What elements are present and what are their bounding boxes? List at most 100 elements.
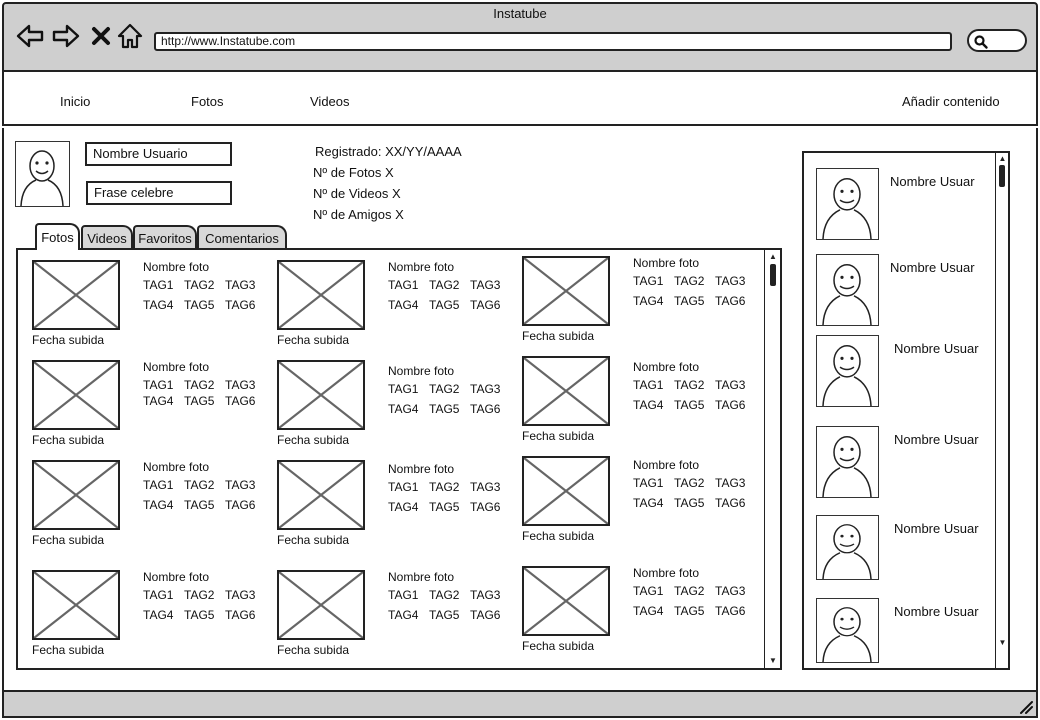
forward-button[interactable]	[51, 22, 81, 50]
photo-tag[interactable]: TAG1	[143, 588, 173, 602]
photo-tag[interactable]: TAG1	[388, 382, 418, 396]
photo-tag[interactable]: TAG5	[674, 294, 704, 308]
add-content-link[interactable]: Añadir contenido	[902, 94, 1000, 109]
photo-tag[interactable]: TAG6	[225, 298, 255, 312]
photo-tag[interactable]: TAG4	[143, 394, 173, 408]
photo-tag[interactable]: TAG2	[674, 584, 704, 598]
friend-avatar[interactable]	[816, 335, 879, 407]
photo-tag[interactable]: TAG6	[470, 298, 500, 312]
search-field[interactable]	[967, 29, 1027, 52]
photo-tag[interactable]: TAG4	[633, 604, 663, 618]
photo-tag[interactable]: TAG1	[633, 476, 663, 490]
photo-card[interactable]: Fecha subida Nombre foto TAG1 TAG2 TAG3 TAG4 T…	[277, 570, 517, 662]
photo-tag[interactable]: TAG3	[470, 382, 500, 396]
photo-tag[interactable]: TAG2	[674, 476, 704, 490]
photo-card[interactable]: Fecha subida Nombre foto TAG1 TAG2 TAG3 TAG4 T…	[277, 260, 517, 352]
scroll-up-arrow[interactable]: ▲	[767, 252, 779, 262]
photo-card[interactable]: Fecha subida Nombre foto TAG1 TAG2 TAG3 TAG4 T…	[277, 460, 517, 552]
nav-link-inicio[interactable]: Inicio	[60, 94, 90, 109]
photo-tag[interactable]: TAG6	[470, 402, 500, 416]
photo-tag[interactable]: TAG6	[715, 604, 745, 618]
photo-card[interactable]: Fecha subida Nombre foto TAG1 TAG2 TAG3 TAG4 T…	[522, 566, 762, 662]
photo-tag[interactable]: TAG3	[715, 584, 745, 598]
photo-thumbnail[interactable]	[32, 460, 120, 530]
photo-tag[interactable]: TAG3	[225, 378, 255, 392]
photo-thumbnail[interactable]	[32, 360, 120, 430]
friend-avatar[interactable]	[816, 598, 879, 663]
photo-tag[interactable]: TAG3	[470, 588, 500, 602]
friend-avatar[interactable]	[816, 168, 879, 240]
photo-tag[interactable]: TAG5	[429, 298, 459, 312]
friend-name[interactable]: Nombre Usuar	[894, 341, 979, 356]
photo-tag[interactable]: TAG1	[633, 378, 663, 392]
photo-thumbnail[interactable]	[522, 456, 610, 526]
photo-thumbnail[interactable]	[277, 360, 365, 430]
friends-scroll-down-arrow[interactable]: ▼	[997, 638, 1008, 648]
tab-videos[interactable]: Videos	[81, 225, 133, 249]
scroll-down-arrow[interactable]: ▼	[767, 656, 779, 666]
photo-tag[interactable]: TAG2	[184, 278, 214, 292]
friend-avatar[interactable]	[816, 254, 879, 326]
photo-tag[interactable]: TAG1	[388, 588, 418, 602]
photo-tag[interactable]: TAG6	[715, 496, 745, 510]
photo-tag[interactable]: TAG2	[184, 478, 214, 492]
friend-name[interactable]: Nombre Usuar	[890, 174, 975, 189]
friends-scroll-up-arrow[interactable]: ▲	[997, 154, 1008, 164]
photo-tag[interactable]: TAG4	[388, 608, 418, 622]
scroll-thumb[interactable]	[770, 264, 776, 286]
photo-tag[interactable]: TAG2	[429, 382, 459, 396]
photo-tag[interactable]: TAG6	[225, 608, 255, 622]
photo-tag[interactable]: TAG3	[715, 274, 745, 288]
photo-card[interactable]: Fecha subida Nombre foto TAG1 TAG2 TAG3 TAG4 T…	[522, 256, 762, 352]
photo-tag[interactable]: TAG5	[674, 496, 704, 510]
photo-tag[interactable]: TAG3	[225, 478, 255, 492]
home-button[interactable]	[115, 22, 145, 50]
photo-tag[interactable]: TAG2	[184, 378, 214, 392]
photo-thumbnail[interactable]	[277, 260, 365, 330]
friend-name[interactable]: Nombre Usuar	[894, 604, 979, 619]
photo-tag[interactable]: TAG6	[470, 500, 500, 514]
photo-tag[interactable]: TAG6	[715, 294, 745, 308]
back-button[interactable]	[15, 22, 45, 50]
photo-card[interactable]: Fecha subida Nombre foto TAG1 TAG2 TAG3 TAG4 T…	[32, 460, 272, 552]
photo-thumbnail[interactable]	[522, 256, 610, 326]
photo-tag[interactable]: TAG3	[715, 476, 745, 490]
photo-thumbnail[interactable]	[522, 356, 610, 426]
photo-tag[interactable]: TAG6	[470, 608, 500, 622]
photo-tag[interactable]: TAG5	[429, 500, 459, 514]
photo-tag[interactable]: TAG5	[429, 608, 459, 622]
photo-tag[interactable]: TAG5	[184, 608, 214, 622]
photo-card[interactable]: Fecha subida Nombre foto TAG1 TAG2 TAG3 TAG4 T…	[277, 360, 517, 452]
photo-thumbnail[interactable]	[277, 570, 365, 640]
photo-tag[interactable]: TAG4	[633, 398, 663, 412]
photo-card[interactable]: Fecha subida Nombre foto TAG1 TAG2 TAG3 TAG4 T…	[522, 356, 762, 452]
photo-tag[interactable]: TAG4	[633, 496, 663, 510]
friends-scroll-thumb[interactable]	[999, 165, 1005, 187]
photo-tag[interactable]: TAG5	[184, 298, 214, 312]
photo-tag[interactable]: TAG5	[429, 402, 459, 416]
photo-tag[interactable]: TAG1	[143, 478, 173, 492]
photo-tag[interactable]: TAG5	[674, 398, 704, 412]
photo-tag[interactable]: TAG4	[143, 298, 173, 312]
tab-fotos[interactable]: Fotos	[35, 223, 80, 250]
photo-tag[interactable]: TAG1	[143, 378, 173, 392]
photo-tag[interactable]: TAG1	[143, 278, 173, 292]
photo-tag[interactable]: TAG4	[143, 498, 173, 512]
photo-tag[interactable]: TAG1	[633, 274, 663, 288]
photo-tag[interactable]: TAG2	[184, 588, 214, 602]
photo-tag[interactable]: TAG2	[429, 278, 459, 292]
photo-card[interactable]: Fecha subida Nombre foto TAG1 TAG2 TAG3 TAG4 T…	[522, 456, 762, 552]
photo-tag[interactable]: TAG1	[388, 480, 418, 494]
photo-tag[interactable]: TAG3	[225, 278, 255, 292]
photo-tag[interactable]: TAG3	[715, 378, 745, 392]
friend-name[interactable]: Nombre Usuar	[890, 260, 975, 275]
photo-card[interactable]: Fecha subida Nombre foto TAG1 TAG2 TAG3 TAG4 T…	[32, 570, 272, 662]
photo-tag[interactable]: TAG6	[225, 498, 255, 512]
friend-name[interactable]: Nombre Usuar	[894, 432, 979, 447]
tab-favoritos[interactable]: Favoritos	[133, 225, 197, 249]
photo-tag[interactable]: TAG3	[470, 480, 500, 494]
tab-comentarios[interactable]: Comentarios	[197, 225, 287, 249]
photo-tag[interactable]: TAG1	[388, 278, 418, 292]
address-bar[interactable]: http://www.Instatube.com	[154, 32, 952, 51]
photo-tag[interactable]: TAG4	[388, 298, 418, 312]
